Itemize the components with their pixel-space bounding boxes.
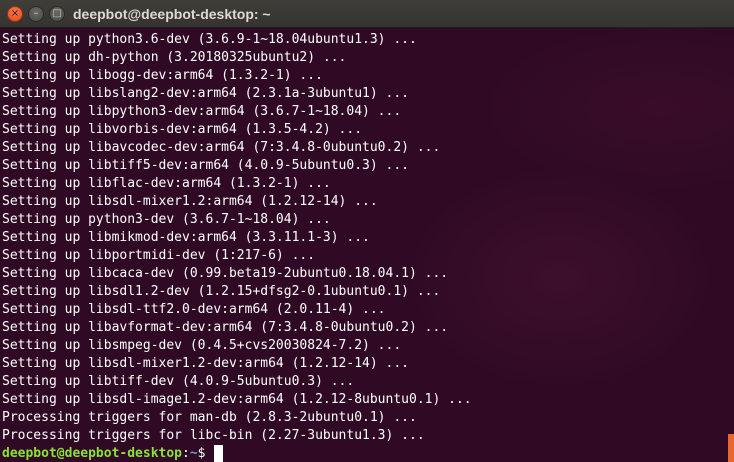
- output-line: Setting up libslang2-dev:arm64 (2.3.1a-3…: [2, 86, 409, 101]
- shell-prompt[interactable]: deepbot@deepbot-desktop:~$: [2, 445, 223, 462]
- output-line: Setting up python3-dev (3.6.7-1~18.04) .…: [2, 212, 331, 227]
- prompt-path: ~: [189, 446, 198, 461]
- prompt-separator: :: [182, 446, 190, 461]
- terminal-window: × – □ deepbot@deepbot-desktop: ~ Setting…: [0, 0, 734, 462]
- output-line: Setting up libflac-dev:arm64 (1.3.2-1) .…: [2, 176, 331, 191]
- window-title: deepbot@deepbot-desktop: ~: [73, 6, 271, 22]
- output-line: Setting up libavformat-dev:arm64 (7:3.4.…: [2, 320, 449, 335]
- output-line: Setting up libmikmod-dev:arm64 (3.3.11.1…: [2, 230, 370, 245]
- text-cursor: [213, 445, 223, 462]
- output-line: Setting up libsdl-mixer1.2:arm64 (1.2.12…: [2, 194, 378, 209]
- output-line: Setting up libsdl1.2-dev (1.2.15+dfsg2-0…: [2, 284, 441, 299]
- output-line: Setting up libavcodec-dev:arm64 (7:3.4.8…: [2, 140, 441, 155]
- output-line: Setting up libtiff5-dev:arm64 (4.0.9-5ub…: [2, 158, 409, 173]
- output-line: Setting up libsdl-ttf2.0-dev:arm64 (2.0.…: [2, 302, 386, 317]
- maximize-icon: □: [52, 8, 62, 19]
- output-line: Setting up libportmidi-dev (1:217-6) ...: [2, 248, 316, 263]
- output-line: Processing triggers for libc-bin (2.27-3…: [2, 428, 425, 443]
- output-line: Setting up python3.6-dev (3.6.9-1~18.04u…: [2, 32, 417, 47]
- output-line: Processing triggers for man-db (2.8.3-2u…: [2, 410, 417, 425]
- scrollbar-thumb[interactable]: [728, 434, 734, 462]
- maximize-button[interactable]: □: [49, 6, 65, 22]
- output-line: Setting up libsmpeg-dev (0.4.5+cvs200308…: [2, 338, 402, 353]
- terminal-area[interactable]: Setting up python3.6-dev (3.6.9-1~18.04u…: [0, 28, 734, 462]
- output-line: Setting up libsdl-image1.2-dev:arm64 (1.…: [2, 392, 472, 407]
- title-bar[interactable]: × – □ deepbot@deepbot-desktop: ~: [0, 0, 734, 28]
- output-line: Setting up libvorbis-dev:arm64 (1.3.5-4.…: [2, 122, 363, 137]
- minimize-icon: –: [33, 8, 39, 19]
- minimize-button[interactable]: –: [28, 6, 44, 22]
- output-line: Setting up libpython3-dev:arm64 (3.6.7-1…: [2, 104, 402, 119]
- close-icon: ×: [10, 8, 20, 19]
- output-line: Setting up libsdl-mixer1.2-dev:arm64 (1.…: [2, 356, 409, 371]
- output-line: Setting up libtiff-dev (4.0.9-5ubuntu0.3…: [2, 374, 355, 389]
- close-button[interactable]: ×: [7, 6, 23, 22]
- prompt-symbol: $: [197, 446, 206, 461]
- output-line: Setting up libogg-dev:arm64 (1.3.2-1) ..…: [2, 68, 323, 83]
- terminal-output: Setting up python3.6-dev (3.6.9-1~18.04u…: [2, 31, 472, 445]
- output-line: Setting up libcaca-dev (0.99.beta19-2ubu…: [2, 266, 449, 281]
- prompt-user-host: deepbot@deepbot-desktop: [2, 446, 183, 461]
- output-line: Setting up dh-python (3.20180325ubuntu2)…: [2, 50, 347, 65]
